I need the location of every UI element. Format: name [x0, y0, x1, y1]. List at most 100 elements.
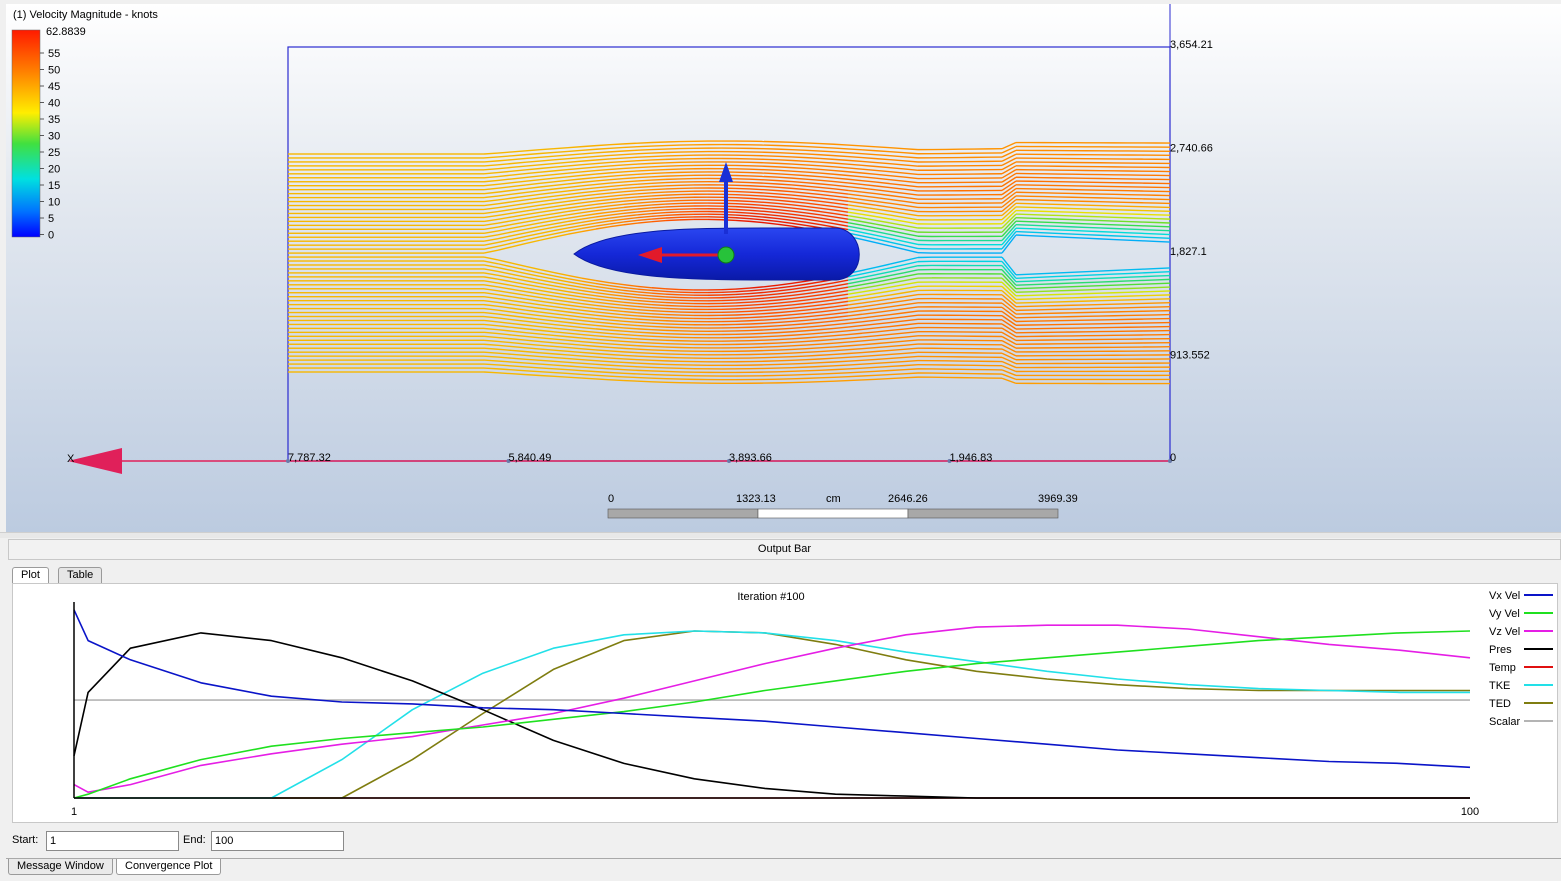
streamline-segment [820, 162, 834, 163]
streamline-segment [484, 153, 498, 154]
tab-table[interactable]: Table [58, 567, 102, 583]
streamline-segment [1100, 235, 1114, 236]
streamline-segment [876, 151, 890, 152]
streamline-segment [1058, 276, 1072, 277]
streamline-segment [876, 299, 890, 301]
streamline-segment [596, 196, 610, 198]
streamline-segment [876, 268, 890, 271]
streamline-segment [512, 196, 526, 198]
streamline-segment [526, 281, 540, 284]
end-input[interactable] [211, 831, 344, 851]
streamline-segment [596, 209, 610, 211]
streamline-segment [666, 300, 680, 301]
end-label: End: [183, 834, 206, 846]
streamline-segment [582, 156, 596, 157]
streamline-segment [582, 214, 596, 216]
streamline-segment [624, 187, 638, 188]
streamline-segment [876, 239, 890, 242]
streamline-segment [848, 314, 862, 316]
streamline-segment [526, 288, 540, 290]
streamline-segment [624, 352, 638, 353]
streamline-segment [792, 168, 806, 169]
streamline-segment [554, 339, 568, 340]
tab-message-window[interactable]: Message Window [8, 859, 113, 875]
streamline-segment [778, 286, 792, 288]
streamline-segment [568, 326, 582, 327]
streamline-segment [512, 312, 526, 314]
panel-splitter[interactable] [0, 532, 1561, 538]
streamline-segment [624, 143, 638, 144]
streamline-segment [792, 310, 806, 311]
streamline-segment [834, 144, 848, 145]
streamline-segment [750, 189, 764, 190]
streamline-segment [792, 160, 806, 161]
streamline-segment [484, 200, 498, 202]
streamline-segment [764, 313, 778, 314]
tab-plot[interactable]: Plot [12, 567, 49, 584]
streamline-segment [1058, 223, 1072, 224]
streamline-segment [540, 349, 554, 350]
streamline-segment [834, 327, 848, 328]
streamline-segment [526, 270, 540, 273]
streamline-segment [624, 157, 638, 158]
streamline-segment [554, 187, 568, 189]
streamline-segment [1044, 233, 1058, 234]
scale-bar-label: 0 [608, 493, 614, 505]
streamline-segment [736, 305, 750, 306]
streamline-segment [652, 340, 666, 341]
streamline-segment [834, 287, 848, 289]
streamline-segment [904, 323, 918, 325]
tab-convergence-plot[interactable]: Convergence Plot [116, 859, 221, 875]
streamline-segment [568, 175, 582, 176]
streamline-segment [862, 313, 876, 315]
streamline-segment [750, 201, 764, 202]
streamline-segment [876, 291, 890, 293]
start-input[interactable] [46, 831, 179, 851]
streamline-segment [862, 232, 876, 235]
streamline-segment [834, 335, 848, 336]
streamline-segment [596, 325, 610, 326]
streamline-segment [582, 349, 596, 350]
streamline-segment [652, 173, 666, 174]
streamline-segment [512, 263, 526, 266]
streamline-segment [652, 346, 666, 347]
legend-entry-label: Scalar [1489, 716, 1521, 728]
streamline-segment [512, 162, 526, 163]
streamline-segment [890, 309, 904, 311]
streamline-segment [554, 314, 568, 316]
streamline-segment [806, 168, 820, 169]
streamline-segment [904, 205, 918, 207]
streamline-segment [904, 278, 918, 281]
streamline-segment [890, 188, 904, 190]
streamline-segment [582, 284, 596, 286]
streamline-segment [778, 200, 792, 201]
scene-canvas[interactable]: 62.883955504540353025201510503,654.212,7… [6, 4, 1561, 532]
streamline-segment [596, 309, 610, 311]
streamline-segment [638, 193, 652, 194]
streamline-segment [806, 219, 820, 221]
streamline-segment [764, 186, 778, 187]
streamline-segment [876, 264, 890, 267]
streamline-segment [638, 356, 652, 357]
streamline-segment [834, 220, 848, 222]
streamline-segment [820, 332, 834, 333]
streamline-segment [778, 219, 792, 221]
start-label: Start: [12, 834, 38, 846]
streamline-segment [736, 188, 750, 189]
streamline-segment [568, 147, 582, 148]
streamline-segment [512, 218, 526, 220]
streamline-segment [568, 186, 582, 188]
streamline-segment [540, 200, 554, 202]
streamline-segment [624, 194, 638, 195]
streamline-segment [540, 287, 554, 289]
streamline-segment [540, 276, 554, 279]
streamline-segment [1016, 232, 1030, 233]
streamline-segment [792, 188, 806, 189]
streamline-segment [568, 189, 582, 191]
3d-viewport[interactable]: 62.883955504540353025201510503,654.212,7… [6, 4, 1561, 532]
streamline-segment [1086, 231, 1100, 232]
streamline-segment [512, 200, 526, 202]
streamline-segment [750, 304, 764, 305]
streamline-segment [806, 172, 820, 173]
center-of-mass-marker [718, 247, 734, 263]
